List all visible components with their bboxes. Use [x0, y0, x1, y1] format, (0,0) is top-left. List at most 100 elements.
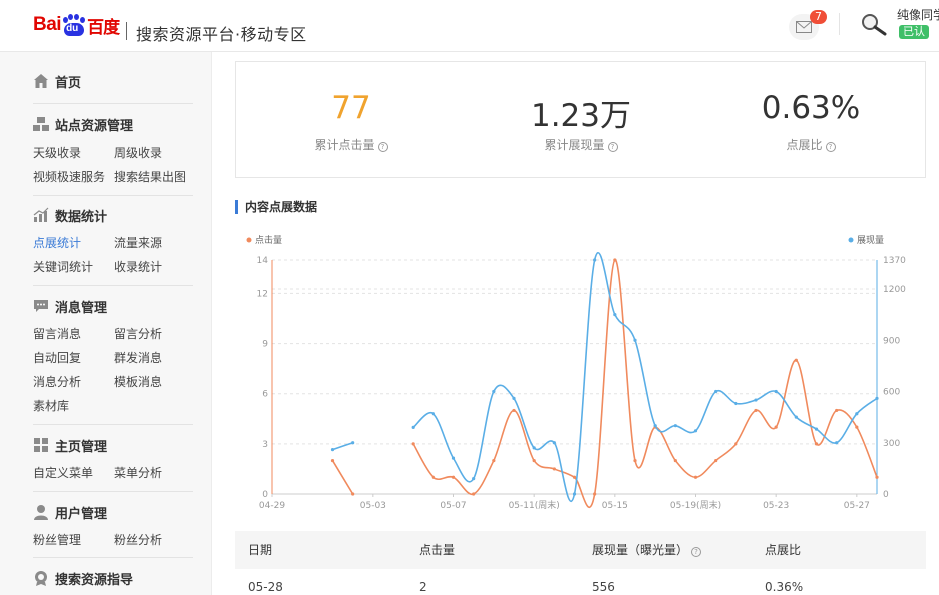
section-users: 用户管理	[33, 503, 193, 522]
magnifier-avatar-icon	[862, 14, 887, 36]
section-title: 消息管理	[55, 300, 108, 316]
section-site-resources: 站点资源管理	[33, 115, 193, 134]
sidebar-item-home[interactable]: 首页	[33, 72, 193, 91]
verified-badge: 已认	[899, 25, 929, 39]
clicks-point	[330, 458, 335, 463]
sidebar-item-fans-management[interactable]: 粉丝管理	[33, 531, 81, 548]
mail-icon	[796, 21, 812, 33]
sidebar-item-message-analysis[interactable]: 消息分析	[33, 373, 81, 390]
sidebar: 首页 站点资源管理 天级收录 周级收录 视频极速服务 搜索结果出图 数据统计 点…	[0, 52, 212, 595]
sidebar-item-search-image[interactable]: 搜索结果出图	[114, 168, 186, 185]
sidebar-item-weekly-index[interactable]: 周级收录	[114, 144, 162, 161]
sidebar-item-keyword-stats[interactable]: 关键词统计	[33, 258, 93, 275]
section-messages: 消息管理	[33, 297, 193, 316]
section-guide[interactable]: 搜索资源指导	[33, 569, 193, 588]
legend-clicks-label: 点击量	[255, 234, 282, 246]
impressions-point	[774, 389, 778, 394]
clicks-point	[855, 425, 859, 429]
top-header: Bai du 百度 搜索资源平台·移动专区 7 纯像同学 已认	[0, 0, 939, 52]
y-left-tick-label: 9	[262, 340, 268, 350]
user-name[interactable]: 纯像同学	[897, 6, 939, 23]
help-icon[interactable]: ?	[607, 142, 618, 152]
home-icon	[33, 73, 49, 89]
clicks-point	[714, 458, 718, 463]
y-left-tick-label: 6	[262, 390, 268, 400]
stat-label-text: 累计点击量	[314, 138, 375, 152]
sidebar-item-click-stats[interactable]: 点展统计	[33, 234, 81, 251]
sidebar-item-broadcast[interactable]: 群发消息	[114, 349, 162, 366]
clicks-point	[552, 467, 556, 471]
sidebar-item-index-stats[interactable]: 收录统计	[114, 258, 162, 275]
stat-label-text: 累计展现量	[544, 138, 605, 152]
cell-ctr: 0.36%	[765, 580, 804, 594]
y-right-tick-label: 600	[883, 388, 900, 398]
help-icon[interactable]: ?	[691, 547, 702, 557]
logo-separator	[126, 22, 127, 40]
impressions-point	[411, 425, 415, 429]
impressions-point	[512, 396, 516, 400]
clicks-point	[593, 492, 597, 496]
sidebar-item-menu-analysis[interactable]: 菜单分析	[114, 464, 162, 481]
impressions-point	[472, 477, 476, 481]
sidebar-divider	[33, 491, 193, 492]
sidebar-item-video-service[interactable]: 视频极速服务	[33, 168, 105, 185]
cell-impressions: 556	[592, 580, 615, 594]
sidebar-item-comment-analysis[interactable]: 留言分析	[114, 325, 162, 342]
user-icon	[33, 504, 49, 520]
impressions-point	[814, 427, 819, 431]
sidebar-item-auto-reply[interactable]: 自动回复	[33, 349, 81, 366]
sidebar-divider	[33, 557, 193, 558]
sidebar-item-material-library[interactable]: 素材库	[33, 397, 69, 414]
logo-text-cn: 百度	[87, 17, 120, 38]
clicks-point	[754, 408, 758, 413]
section-homepage: 主页管理	[33, 436, 193, 455]
sidebar-item-traffic-source[interactable]: 流量来源	[114, 234, 162, 251]
sidebar-item-daily-index[interactable]: 天级收录	[33, 144, 81, 161]
impressions-point	[875, 396, 879, 400]
avatar[interactable]	[860, 13, 888, 37]
x-tick-label: 05-07	[440, 501, 466, 511]
main-content: 77 累计点击量? 1.23万 累计展现量? 0.63% 点展比? 内容点展数据…	[212, 52, 939, 595]
y-left-tick-label: 0	[262, 490, 268, 500]
help-icon[interactable]: ?	[825, 142, 836, 152]
impressions-point	[431, 412, 435, 416]
sidebar-item-custom-menu[interactable]: 自定义菜单	[33, 464, 93, 481]
stat-value: 1.23万	[530, 98, 632, 134]
impressions-point	[653, 424, 657, 428]
clicks-point	[734, 442, 738, 446]
impressions-point	[633, 338, 637, 342]
sidebar-item-comments[interactable]: 留言消息	[33, 325, 81, 342]
message-icon	[33, 298, 49, 314]
unread-badge: 7	[810, 10, 827, 24]
impressions-point	[351, 441, 355, 445]
impressions-line	[332, 442, 353, 451]
impressions-line	[412, 251, 878, 503]
section-title: 搜索资源指导	[55, 572, 134, 588]
impressions-point	[593, 258, 597, 262]
clicks-point	[431, 475, 435, 479]
y-right-tick-label: 900	[883, 336, 900, 346]
header-divider	[839, 13, 840, 35]
col-date: 日期	[248, 543, 273, 557]
clicks-line	[331, 460, 354, 495]
impressions-point	[714, 389, 718, 394]
logo-text-bai: Bai	[33, 14, 62, 35]
baidu-logo[interactable]: Bai du 百度	[33, 10, 120, 40]
y-left-tick-label: 14	[257, 256, 269, 266]
impressions-point	[693, 429, 698, 433]
help-icon[interactable]: ?	[377, 142, 388, 152]
sidebar-item-fans-analysis[interactable]: 粉丝分析	[114, 531, 162, 548]
clicks-point	[633, 458, 637, 463]
y-left-tick-label: 12	[257, 289, 268, 299]
y-right-tick-label: 1200	[883, 285, 906, 295]
clicks-point	[875, 475, 879, 479]
clicks-point	[492, 458, 496, 463]
home-label: 首页	[55, 75, 82, 91]
sidebar-item-template-message[interactable]: 模板消息	[114, 373, 162, 390]
x-tick-label: 05-19(周末)	[670, 499, 721, 511]
clicks-point	[814, 442, 819, 446]
site-icon	[33, 116, 49, 132]
sidebar-divider	[33, 103, 193, 104]
x-tick-label: 05-03	[360, 501, 386, 511]
stat-label: 点展比?	[696, 136, 926, 153]
